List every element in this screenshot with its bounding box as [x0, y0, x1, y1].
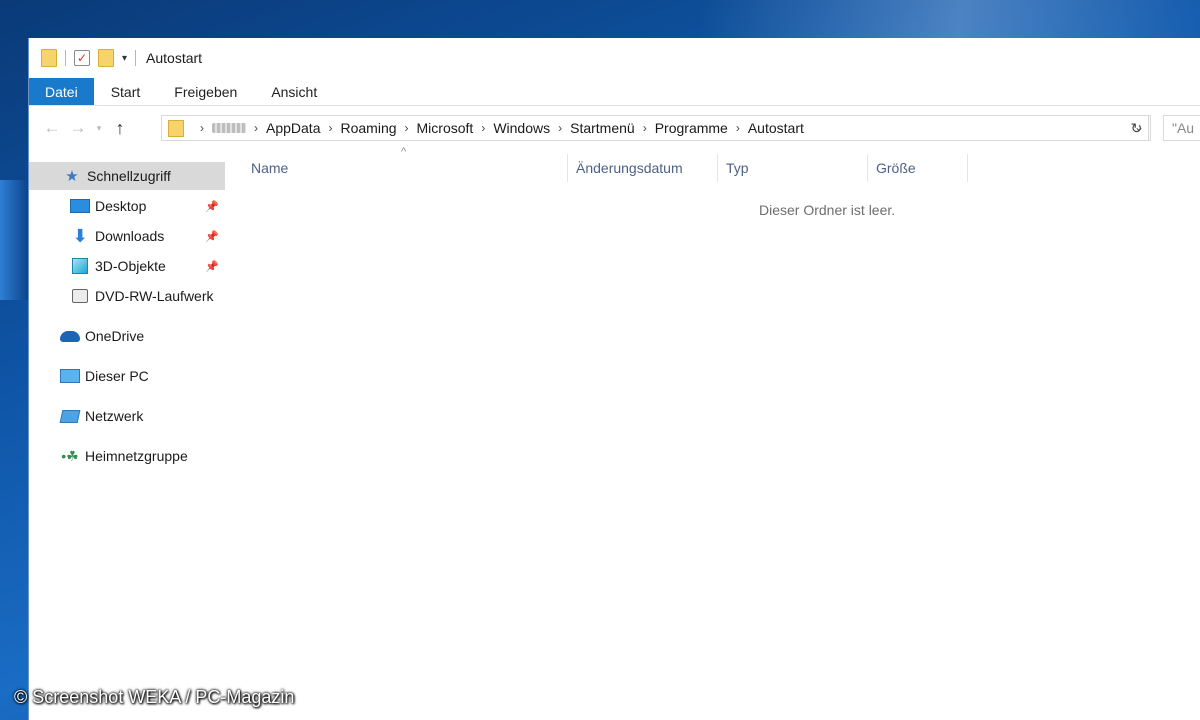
sidebar-item-dieser-pc[interactable]: Dieser PC [29, 362, 225, 390]
column-header-groesse[interactable]: Größe [876, 154, 966, 182]
tab-ansicht[interactable]: Ansicht [254, 78, 334, 105]
sidebar-item-desktop[interactable]: Desktop 📌 [29, 192, 225, 220]
tab-start[interactable]: Start [94, 78, 158, 105]
dvd-drive-icon [69, 289, 91, 303]
breadcrumb-programme[interactable]: Programme [655, 120, 728, 136]
breadcrumb-chevron-right-icon[interactable]: › [481, 121, 485, 135]
breadcrumb-user-redacted[interactable] [212, 123, 246, 133]
breadcrumb-chevron-right-icon[interactable]: › [200, 121, 204, 135]
desktop-background-streak [700, 0, 1200, 40]
sidebar-item-label: 3D-Objekte [95, 258, 166, 274]
column-divider[interactable] [867, 154, 868, 182]
window-title: Autostart [146, 50, 203, 66]
sidebar-item-label: DVD-RW-Laufwerk [95, 288, 214, 304]
breadcrumb-microsoft[interactable]: Microsoft [417, 120, 474, 136]
desktop-icon [69, 199, 91, 213]
sidebar-item-downloads[interactable]: ⬇ Downloads 📌 [29, 222, 225, 250]
folder-icon [168, 119, 184, 137]
navigation-row: ← → ▾ ↑ › › AppData › Roaming › Microsof… [29, 112, 1200, 144]
desktop-background-glow [0, 180, 30, 300]
network-icon [59, 409, 81, 423]
tab-datei[interactable]: Datei [29, 78, 94, 105]
column-divider[interactable] [967, 154, 968, 182]
breadcrumb-appdata[interactable]: AppData [266, 120, 320, 136]
breadcrumb-chevron-right-icon[interactable]: › [254, 121, 258, 135]
cloud-icon [59, 330, 81, 342]
sidebar-item-3d-objekte[interactable]: 3D-Objekte 📌 [29, 252, 225, 280]
tab-freigeben[interactable]: Freigeben [157, 78, 254, 105]
recent-locations-chevron-down-icon[interactable]: ▾ [91, 123, 107, 134]
toolbar-divider [65, 50, 66, 66]
properties-icon[interactable]: ✓ [74, 50, 90, 66]
pin-icon[interactable]: 📌 [205, 260, 219, 273]
breadcrumb-roaming[interactable]: Roaming [340, 120, 396, 136]
column-divider[interactable] [717, 154, 718, 182]
navigation-pane: ★ Schnellzugriff Desktop 📌 ⬇ Downloads 📌… [29, 158, 225, 720]
sidebar-item-label: Netzwerk [85, 408, 144, 424]
breadcrumb-startmenu[interactable]: Startmenü [570, 120, 635, 136]
column-header-typ[interactable]: Typ [726, 154, 866, 182]
computer-icon [59, 369, 81, 383]
breadcrumb-chevron-right-icon[interactable]: › [643, 121, 647, 135]
up-arrow-up-icon[interactable]: ↑ [107, 118, 133, 139]
breadcrumb-chevron-right-icon[interactable]: › [405, 121, 409, 135]
folder-icon [41, 49, 57, 67]
customize-toolbar-chevron-down-icon[interactable]: ▾ [122, 53, 127, 64]
download-icon: ⬇ [72, 225, 88, 246]
cube-icon [69, 258, 91, 274]
sidebar-item-dvd-rw-laufwerk[interactable]: DVD-RW-Laufwerk [29, 282, 225, 310]
pin-icon[interactable]: 📌 [205, 200, 219, 213]
sidebar-item-label: Desktop [95, 198, 147, 214]
sidebar-item-label: Downloads [95, 228, 165, 244]
pin-icon[interactable]: 📌 [205, 230, 219, 243]
column-header-aenderungsdatum[interactable]: Änderungsdatum [576, 154, 716, 182]
refresh-icon[interactable]: ↻ [1125, 115, 1149, 141]
homegroup-icon: •☘ [61, 447, 79, 464]
column-divider[interactable] [567, 154, 568, 182]
breadcrumb-chevron-right-icon[interactable]: › [736, 121, 740, 135]
back-arrow-left-icon[interactable]: ← [39, 118, 65, 138]
star-icon: ★ [65, 168, 79, 185]
empty-folder-message: Dieser Ordner ist leer. [759, 202, 896, 218]
title-bar: ✓ ▾ Autostart [29, 38, 1200, 78]
sidebar-item-label: Schnellzugriff [87, 168, 171, 184]
ribbon-tabs: Datei Start Freigeben Ansicht [29, 78, 1200, 106]
column-header-name[interactable]: Name [251, 154, 567, 182]
sidebar-item-label: OneDrive [85, 328, 145, 344]
sidebar-item-netzwerk[interactable]: Netzwerk [29, 402, 225, 430]
sidebar-item-heimnetzgruppe[interactable]: •☘ Heimnetzgruppe [29, 442, 225, 470]
file-explorer-window: ✓ ▾ Autostart Datei Start Freigeben Ansi… [28, 38, 1200, 720]
forward-arrow-right-icon[interactable]: → [65, 118, 91, 138]
copyright-watermark: © Screenshot WEKA / PC-Magazin [14, 687, 295, 707]
breadcrumb-chevron-right-icon[interactable]: › [558, 121, 562, 135]
search-input[interactable]: "Au [1163, 115, 1200, 141]
sidebar-item-label: Dieser PC [85, 368, 149, 384]
breadcrumb-windows[interactable]: Windows [493, 120, 550, 136]
toolbar-divider [135, 50, 137, 66]
breadcrumb-chevron-right-icon[interactable]: › [328, 121, 332, 135]
sidebar-item-label: Heimnetzgruppe [85, 448, 188, 464]
sidebar-item-onedrive[interactable]: OneDrive [29, 322, 225, 350]
address-bar[interactable]: › › AppData › Roaming › Microsoft › Wind… [161, 115, 1151, 141]
sidebar-item-schnellzugriff[interactable]: ★ Schnellzugriff [29, 162, 225, 190]
breadcrumb-autostart[interactable]: Autostart [748, 120, 804, 136]
new-folder-icon[interactable] [98, 49, 114, 67]
